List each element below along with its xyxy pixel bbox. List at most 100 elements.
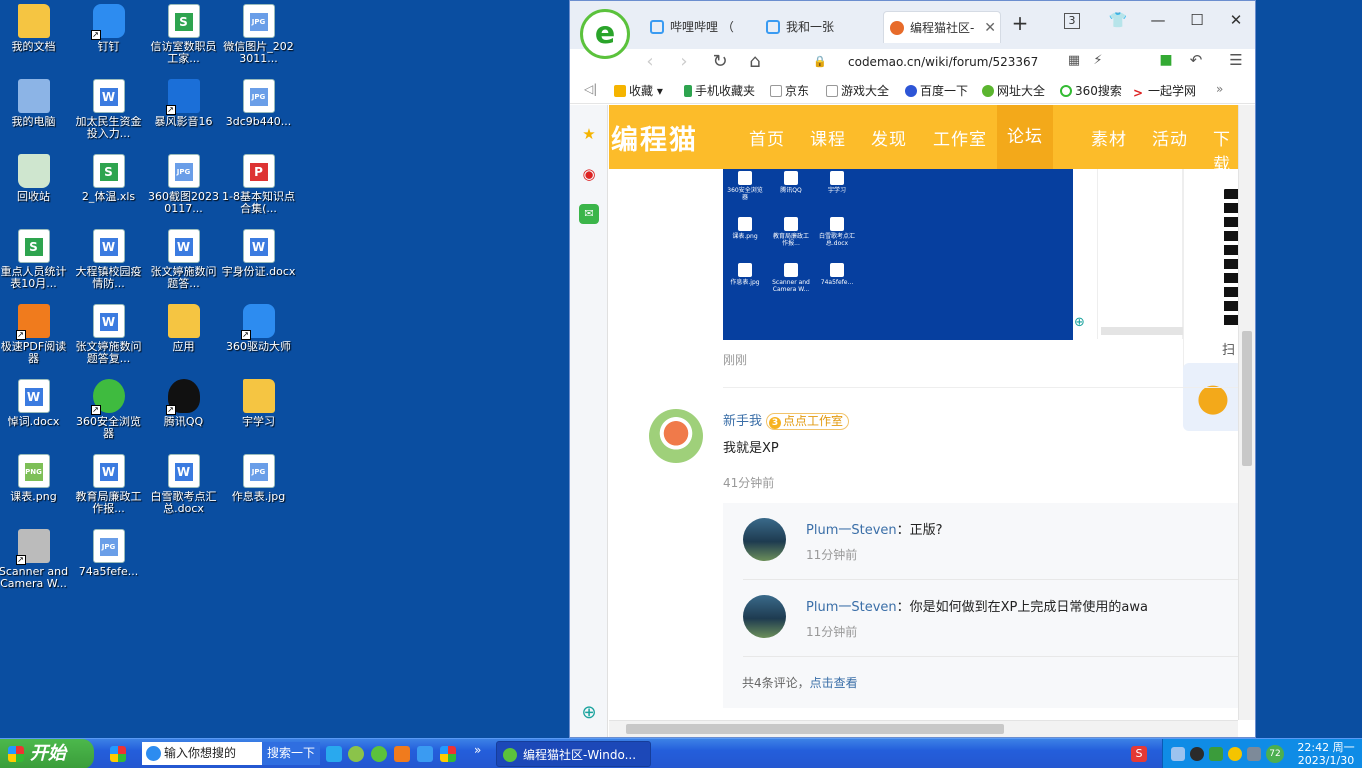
- site-nav-item[interactable]: 论坛: [997, 105, 1053, 169]
- lightning-icon[interactable]: ⚡: [1086, 53, 1110, 68]
- clock[interactable]: 22:42 周一 2023/1/30: [1294, 741, 1358, 767]
- desktop-icon[interactable]: 我的电脑: [0, 77, 71, 128]
- tray-app-icon[interactable]: [1247, 747, 1261, 761]
- quicklaunch-app-icon[interactable]: [440, 746, 456, 762]
- forward-icon[interactable]: ›: [672, 51, 696, 72]
- scroll-thumb[interactable]: [626, 724, 1004, 734]
- site-nav-item[interactable]: 首页: [749, 125, 785, 150]
- tray-temp-badge[interactable]: 72: [1266, 745, 1284, 763]
- site-nav-item[interactable]: 课程: [810, 125, 846, 150]
- desktop-icon[interactable]: 暴风影音16: [146, 77, 221, 128]
- bookmark-favorites[interactable]: 收藏 ▾: [614, 82, 663, 99]
- panel-scrollbar[interactable]: [1101, 327, 1183, 335]
- desktop-icon[interactable]: 宇身份证.docx: [221, 227, 296, 278]
- tab-forum-2[interactable]: 我和一张: [760, 11, 870, 43]
- desktop-icon[interactable]: 白雪歌考点汇总.docx: [146, 452, 221, 515]
- codemao-logo[interactable]: 编程猫: [611, 118, 698, 157]
- back-icon[interactable]: ‹: [638, 51, 662, 72]
- bookmark-mobile[interactable]: 手机收藏夹: [684, 82, 755, 99]
- desktop-icon[interactable]: 钉钉: [71, 2, 146, 53]
- site-nav-item[interactable]: 工作室: [933, 125, 987, 150]
- desktop-icon[interactable]: 极速PDF阅读器: [0, 302, 71, 365]
- desktop-icon[interactable]: Scanner and Camera W...: [0, 527, 71, 590]
- view-all-link[interactable]: 点击查看: [810, 676, 858, 690]
- site-nav-item[interactable]: 发现: [871, 125, 907, 150]
- input-method-icon[interactable]: S: [1131, 746, 1147, 762]
- apps-icon[interactable]: ■: [1154, 52, 1178, 68]
- 360-browser-logo-icon[interactable]: e: [580, 9, 630, 59]
- mascot-icon[interactable]: ●: [1183, 363, 1238, 431]
- reply-avatar[interactable]: [743, 518, 786, 561]
- horizontal-scrollbar[interactable]: [609, 720, 1238, 737]
- desktop-icon[interactable]: 重点人员统计表10月...: [0, 227, 71, 290]
- plugin-icon[interactable]: ⊕: [1074, 315, 1085, 330]
- reply-author[interactable]: Plum一Steven: [806, 523, 897, 538]
- desktop-icon[interactable]: 360驱动大师: [221, 302, 296, 353]
- weibo-icon[interactable]: ◉: [579, 164, 599, 184]
- user-avatar[interactable]: [649, 409, 703, 463]
- desktop-icon[interactable]: 信访室数职员工家...: [146, 2, 221, 65]
- desktop-icon[interactable]: 360截图20230117...: [146, 152, 221, 215]
- tab-codemao[interactable]: 编程猫社区- ✕: [883, 11, 1001, 43]
- undo-icon[interactable]: ↶: [1184, 51, 1208, 69]
- taskbar-search-button[interactable]: 搜索一下: [262, 742, 320, 765]
- bookmark-hao[interactable]: 网址大全: [982, 82, 1045, 99]
- tray-app-icon[interactable]: [1228, 747, 1242, 761]
- site-nav-item[interactable]: 素材: [1091, 125, 1127, 150]
- reply-author[interactable]: Plum一Steven: [806, 600, 897, 615]
- taskbar-task-browser[interactable]: 编程猫社区-Windo...: [496, 741, 651, 767]
- scroll-thumb[interactable]: [1242, 331, 1252, 466]
- bookmark-baidu[interactable]: 百度一下: [905, 82, 968, 99]
- desktop-icon[interactable]: 教育局廉政工作报...: [71, 452, 146, 515]
- bookmarks-more-icon[interactable]: »: [1216, 82, 1223, 96]
- quicklaunch-360-icon[interactable]: [371, 746, 387, 762]
- tab-count-badge[interactable]: 3: [1064, 13, 1080, 29]
- plugin-icon[interactable]: ⊕: [579, 703, 599, 723]
- desktop-icon[interactable]: 360安全浏览器: [71, 377, 146, 440]
- desktop-icon[interactable]: 微信图片_2023011...: [221, 2, 296, 65]
- close-window-button[interactable]: ✕: [1224, 11, 1248, 29]
- site-nav-item[interactable]: 下载A: [1213, 125, 1238, 195]
- skin-icon[interactable]: 👕: [1106, 11, 1130, 29]
- tray-app-icon[interactable]: [1190, 747, 1204, 761]
- desktop-icon[interactable]: 课表.png: [0, 452, 71, 503]
- desktop-icon[interactable]: 2_体温.xls: [71, 152, 146, 203]
- desktop-icon[interactable]: 作息表.jpg: [221, 452, 296, 503]
- quicklaunch-app-icon[interactable]: [326, 746, 342, 762]
- close-tab-icon[interactable]: ✕: [984, 12, 996, 43]
- vertical-scrollbar[interactable]: [1238, 105, 1255, 720]
- tab-bilibili[interactable]: 哔哩哔哩 （: [644, 11, 754, 43]
- desktop-icon[interactable]: 回收站: [0, 152, 71, 203]
- tray-shield-icon[interactable]: [1209, 747, 1223, 761]
- minimize-button[interactable]: —: [1146, 11, 1170, 29]
- mail-icon[interactable]: ✉: [579, 204, 599, 224]
- quicklaunch-pdf-icon[interactable]: [394, 746, 410, 762]
- desktop-icon[interactable]: 腾讯QQ: [146, 377, 221, 428]
- sidebar-toggle-icon[interactable]: ◁|: [584, 82, 597, 96]
- desktop-icon[interactable]: 大程镇校园疫情防...: [71, 227, 146, 290]
- desktop-icon[interactable]: 1-8基本知识点合集(...: [221, 152, 296, 215]
- studio-badge[interactable]: 3 点点工作室: [766, 413, 850, 430]
- tray-network-icon[interactable]: [1171, 747, 1185, 761]
- desktop-icon[interactable]: 宇学习: [221, 377, 296, 428]
- start-button[interactable]: 开始: [0, 739, 94, 768]
- bookmark-jd[interactable]: 京东: [770, 82, 809, 99]
- grid-icon[interactable]: ▦: [1062, 53, 1086, 68]
- quicklaunch-app-icon[interactable]: [417, 746, 433, 762]
- comment-author[interactable]: 新手我 3 点点工作室: [723, 410, 850, 430]
- favorites-star-icon[interactable]: ★: [579, 124, 599, 144]
- bookmark-360search[interactable]: 360搜索: [1060, 82, 1122, 99]
- desktop-icon[interactable]: 张文婷施数问题答复...: [71, 302, 146, 365]
- home-icon[interactable]: ⌂: [743, 51, 767, 72]
- bookmark-games[interactable]: 游戏大全: [826, 82, 889, 99]
- maximize-button[interactable]: ☐: [1185, 11, 1209, 29]
- desktop-icon[interactable]: 悼词.docx: [0, 377, 71, 428]
- windows-icon[interactable]: [110, 746, 126, 762]
- new-tab-button[interactable]: +: [1008, 11, 1032, 35]
- quicklaunch-more-icon[interactable]: »: [474, 743, 481, 757]
- desktop-icon[interactable]: 我的文档: [0, 2, 71, 53]
- desktop-icon[interactable]: 应用: [146, 302, 221, 353]
- reply-avatar[interactable]: [743, 595, 786, 638]
- quicklaunch-app-icon[interactable]: [348, 746, 364, 762]
- desktop-icon[interactable]: 74a5fefe...: [71, 527, 146, 578]
